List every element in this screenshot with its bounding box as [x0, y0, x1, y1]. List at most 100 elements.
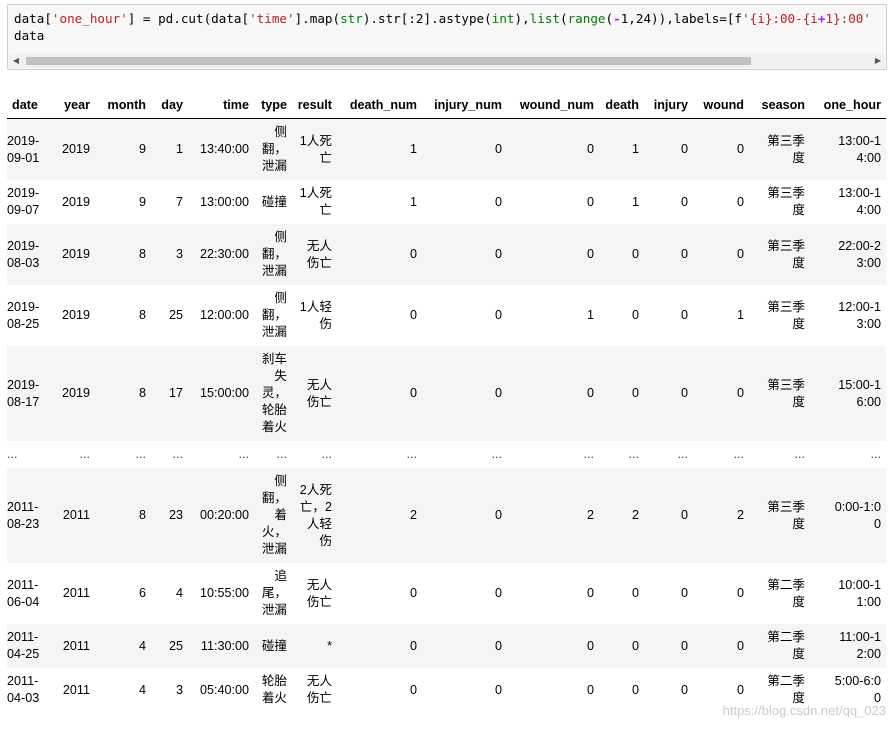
- cell-type: 刹车失灵，轮胎着火: [254, 346, 292, 441]
- cell-death: 0: [631, 586, 639, 600]
- cell-text: 无人伤亡: [306, 577, 332, 609]
- cell-text: 15:00-16:00: [838, 377, 881, 409]
- cell-text: 第三季度: [767, 186, 805, 217]
- cell-time: 22:30:00: [188, 224, 254, 285]
- cell-one-hour: 22:00-23:00: [810, 224, 886, 285]
- cell-wound-num: 0: [507, 224, 599, 285]
- cell-year: 2011: [62, 682, 90, 697]
- cell-month: 9: [95, 118, 151, 180]
- dataframe-table: date year month day time type result death_num i…: [7, 92, 886, 712]
- cell-type: 侧翻，泄漏: [254, 118, 292, 180]
- cell-injury: 0: [644, 624, 693, 668]
- cell-wound-num: 0: [507, 346, 599, 441]
- ellipsis-cell: ...: [583, 447, 595, 461]
- ellipsis-cell: ...: [135, 447, 147, 461]
- scroll-right-arrow-icon[interactable]: ▶: [871, 54, 885, 68]
- cell-type: 侧翻，着火，泄漏: [254, 468, 292, 563]
- table-row: 2019-08-25 2019 8 25 12:00:00 侧翻，泄漏 1人轻伤 0 0 1 0 0 1…: [7, 285, 886, 346]
- cell-day: 23: [151, 468, 188, 563]
- ellipsis-cell: ...: [406, 447, 418, 461]
- cell-date: 2019-08-03: [7, 224, 49, 285]
- cell-text: 2019-09-07: [7, 186, 40, 217]
- cell-wound-num: 0: [586, 682, 594, 697]
- cell-death: 1: [631, 194, 639, 209]
- cell-text: 2011-04-25: [7, 630, 40, 661]
- cell-death-num: 0: [409, 682, 417, 697]
- cell-injury: 0: [680, 682, 688, 697]
- cell-text: 0:00-1:00: [834, 499, 881, 531]
- column-header-wound-num: wound_num: [507, 92, 599, 119]
- cell-time: 05:40:00: [199, 682, 249, 697]
- cell-year: 2019: [61, 194, 90, 209]
- cell-year: 2019: [49, 118, 95, 180]
- cell-wound: 0: [736, 586, 744, 600]
- cell-death: 0: [599, 346, 644, 441]
- cell-one-hour: 10:00-11:00: [810, 563, 886, 624]
- ellipsis-cell: ...: [733, 447, 745, 461]
- column-header-year: year: [49, 92, 95, 119]
- cell-text: 2011-06-04: [7, 577, 40, 609]
- cell-day: 25: [151, 624, 188, 668]
- cell-text: 无人伤亡: [306, 238, 332, 270]
- code-cell[interactable]: data['one_hour'] = pd.cut(data['time'].m…: [7, 4, 887, 70]
- cell-death-num: 1: [337, 118, 422, 180]
- cell-injury-num: 0: [422, 468, 507, 563]
- cell-injury-num: 0: [494, 586, 502, 600]
- column-header-injury-num: injury_num: [422, 92, 507, 119]
- cell-text: 侧翻，着火，泄漏: [261, 474, 287, 556]
- cell-death-num: 2: [337, 468, 422, 563]
- cell-text: 2011-08-23: [7, 499, 40, 531]
- cell-day: 3: [175, 682, 183, 697]
- cell-one-hour: 12:00-13:00: [810, 285, 886, 346]
- cell-wound: 0: [693, 118, 749, 180]
- column-header-month: month: [95, 92, 151, 119]
- cell-day: 7: [175, 194, 183, 209]
- scrollbar-thumb[interactable]: [26, 57, 751, 65]
- cell-text: 无人伤亡: [306, 674, 332, 705]
- cell-type: 轮胎着火: [254, 668, 292, 712]
- cell-time: 13:40:00: [188, 118, 254, 180]
- cell-text: 第二季度: [767, 577, 805, 609]
- cell-death-num: 0: [409, 586, 417, 600]
- cell-type: 碰撞: [254, 180, 292, 224]
- cell-date: 2011-08-23: [7, 468, 49, 563]
- cell-date: 2011-04-25: [7, 624, 49, 668]
- column-header-season: season: [749, 92, 810, 119]
- cell-text: 刹车失灵，轮胎着火: [261, 352, 287, 434]
- cell-month: 8: [95, 346, 151, 441]
- column-header-one-hour: one_hour: [810, 92, 886, 119]
- cell-text: 22:00-23:00: [838, 238, 881, 270]
- cell-text: 第三季度: [767, 377, 805, 409]
- ellipsis-row: ........................................…: [7, 441, 886, 468]
- cell-time: 12:00:00: [199, 308, 249, 322]
- ellipsis-cell: ...: [276, 447, 288, 461]
- cell-season: 第三季度: [749, 285, 810, 346]
- cell-date: 2019-09-07: [7, 180, 49, 224]
- code-line-1: data['one_hour'] = pd.cut(data['time'].m…: [14, 11, 871, 26]
- code-editor[interactable]: data['one_hour'] = pd.cut(data['time'].m…: [14, 10, 882, 44]
- cell-wound-num: 1: [586, 308, 594, 322]
- table-row: 2011-08-23 2011 8 23 00:20:00 侧翻，着火，泄漏 2人死亡，2人…: [7, 468, 886, 563]
- code-line-2: data: [14, 28, 45, 43]
- cell-death: 0: [631, 682, 639, 697]
- cell-result: 1人死亡: [292, 118, 337, 180]
- cell-injury: 0: [644, 224, 693, 285]
- column-header-death-num: death_num: [337, 92, 422, 119]
- cell-text: 第二季度: [767, 630, 805, 661]
- watermark: https://blog.csdn.net/qq_023: [722, 703, 886, 718]
- cell-text: 第三季度: [767, 133, 805, 165]
- cell-season: 第三季度: [749, 468, 810, 563]
- cell-month: 8: [95, 224, 151, 285]
- column-header-wound: wound: [693, 92, 749, 119]
- table-row: 2019-09-07 2019 9 7 13:00:00 碰撞 1人死亡 1 0 0 1 0 0 第三季度…: [7, 180, 886, 224]
- table-row: 2019-08-17 2019 8 17 15:00:00 刹车失灵，轮胎着火 无人伤亡 0 0…: [7, 346, 886, 441]
- cell-text: 侧翻，泄漏: [261, 125, 287, 173]
- column-header-day: day: [151, 92, 188, 119]
- header-row: date year month day time type result death_num i…: [7, 92, 886, 119]
- cell-injury: 0: [644, 468, 693, 563]
- scroll-left-arrow-icon[interactable]: ◀: [9, 54, 23, 68]
- cell-wound-num: 0: [586, 586, 594, 600]
- column-header-type: type: [254, 92, 292, 119]
- horizontal-scrollbar[interactable]: ◀ ▶: [9, 54, 885, 68]
- cell-one-hour: 13:00-14:00: [810, 118, 886, 180]
